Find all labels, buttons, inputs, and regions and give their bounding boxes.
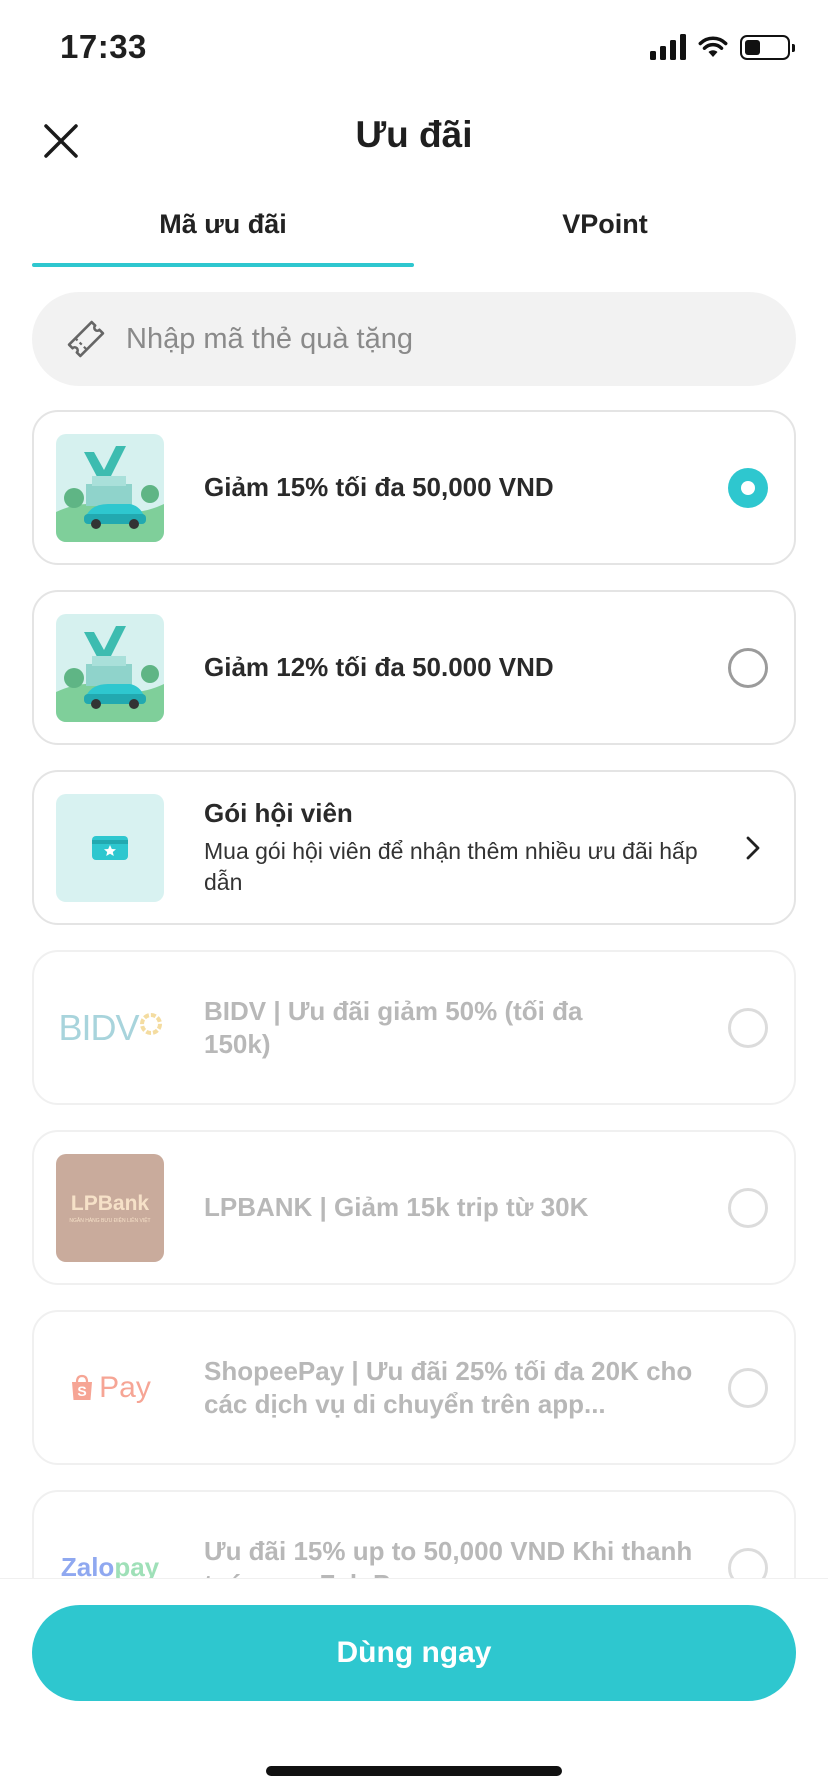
status-time: 17:33	[60, 28, 147, 65]
offer-radio[interactable]	[728, 647, 768, 688]
offer-card[interactable]: BIDV BIDV | Ưu đãi giảm 50% (tối đa 150k…	[32, 950, 796, 1105]
membership-card[interactable]: Gói hội viên Mua gói hội viên để nhận th…	[32, 770, 796, 925]
wifi-icon	[698, 36, 728, 57]
shopee-bag-icon: S	[72, 1374, 93, 1400]
shopeepay-logo: S Pay	[56, 1334, 164, 1442]
offer-card[interactable]: Giảm 15% tối đa 50,000 VND	[32, 410, 796, 565]
offer-title: Giảm 12% tối đa 50.000 VND	[204, 652, 554, 682]
membership-card-icon	[56, 793, 164, 902]
offer-card[interactable]: Giảm 12% tối đa 50.000 VND	[32, 590, 796, 745]
offer-radio[interactable]	[728, 467, 768, 508]
offer-title: Giảm 15% tối đa 50,000 VND	[204, 472, 554, 502]
car-trophy-image	[56, 613, 164, 722]
chevron-right-icon	[746, 836, 760, 859]
car-trophy-image	[56, 433, 164, 542]
offer-title: BIDV | Ưu đãi giảm 50% (tối đa 150k)	[204, 995, 583, 1059]
offer-radio[interactable]	[728, 1367, 768, 1408]
cellular-signal-icon	[650, 34, 686, 60]
offer-card[interactable]: LPBank NGÂN HÀNG BƯU ĐIỆN LIÊN VIỆT LPBA…	[32, 1130, 796, 1285]
page-title: Ưu đãi	[355, 114, 473, 155]
use-now-button[interactable]: Dùng ngay	[32, 1605, 796, 1701]
battery-icon	[740, 34, 795, 60]
home-indicator	[266, 1766, 562, 1776]
gift-code-field[interactable]	[32, 292, 796, 386]
gift-code-input[interactable]	[126, 322, 726, 356]
offer-radio[interactable]	[728, 1007, 768, 1048]
header: Ưu đãi	[0, 100, 828, 190]
offer-radio[interactable]	[728, 1187, 768, 1228]
status-icons	[650, 34, 795, 60]
tab-vpoint[interactable]: VPoint	[414, 195, 796, 267]
bidv-logo: BIDV	[56, 974, 164, 1082]
status-bar: 17:33	[0, 0, 828, 100]
offer-title: ShopeePay | Ưu đãi 25% tối đa 20K cho cá…	[204, 1355, 693, 1419]
membership-subtitle: Mua gói hội viên để nhận thêm nhiều ưu đ…	[204, 838, 698, 895]
tab-voucher-code[interactable]: Mã ưu đãi	[32, 195, 414, 267]
lpbank-logo: LPBank NGÂN HÀNG BƯU ĐIỆN LIÊN VIỆT	[56, 1153, 164, 1262]
ticket-icon	[67, 320, 105, 358]
membership-title: Gói hội viên	[204, 798, 353, 828]
svg-text:S: S	[77, 1383, 86, 1399]
tab-bar: Mã ưu đãi VPoint	[32, 195, 796, 267]
offer-title: LPBANK | Giảm 15k trip từ 30K	[204, 1192, 589, 1222]
bottom-action-bar: Dùng ngay	[0, 1578, 828, 1792]
offer-card[interactable]: S Pay ShopeePay | Ưu đãi 25% tối đa 20K …	[32, 1310, 796, 1465]
